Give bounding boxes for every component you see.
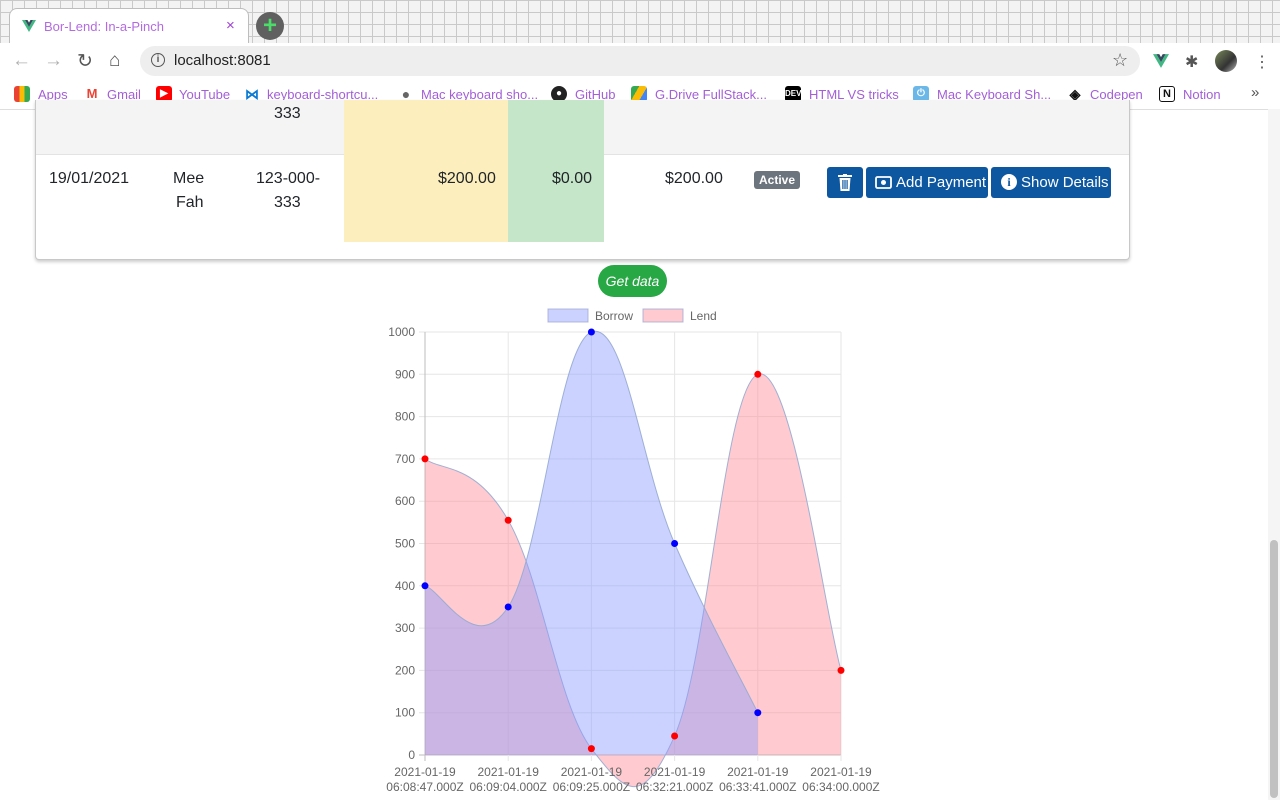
x-tick-label-date: 2021-01-19 [394, 765, 456, 779]
x-tick-label-time: 06:32:21.000Z [636, 780, 713, 794]
data-point-borrow [671, 540, 679, 547]
borrow-lend-chart: 0 100 200 300 400 500 600 700 800 900 1000 2021-01… [386, 308, 880, 794]
y-tick-label: 900 [395, 367, 415, 381]
legend-swatch-borrow [547, 308, 589, 323]
y-tick-label: 300 [395, 621, 415, 635]
data-point-lend [671, 732, 679, 740]
data-point-lend [421, 455, 429, 463]
y-tick-label: 600 [395, 494, 415, 508]
legend-label-lend: Lend [690, 309, 717, 323]
x-tick-label-time: 06:09:25.000Z [553, 780, 630, 794]
y-tick-label: 400 [395, 579, 415, 593]
chart-y-ticks: 0 100 200 300 400 500 600 700 800 900 1000 [388, 325, 415, 762]
x-tick-label-date: 2021-01-19 [561, 765, 623, 779]
x-tick-label-date: 2021-01-19 [644, 765, 706, 779]
legend-label-borrow: Borrow [595, 309, 633, 323]
x-tick-label-date: 2021-01-19 [810, 765, 872, 779]
y-tick-label: 1000 [388, 325, 415, 339]
x-tick-label-time: 06:33:41.000Z [719, 780, 796, 794]
data-point-borrow [754, 709, 762, 717]
data-point-borrow [587, 328, 595, 336]
y-tick-label: 100 [395, 706, 415, 720]
y-tick-label: 800 [395, 410, 415, 424]
data-point-borrow [504, 603, 512, 611]
data-point-lend [587, 745, 595, 753]
x-tick-label-time: 06:34:00.000Z [802, 780, 879, 794]
x-tick-label-date: 2021-01-19 [478, 765, 540, 779]
y-tick-label: 200 [395, 663, 415, 677]
y-tick-label: 700 [395, 452, 415, 466]
data-point-lend [754, 370, 762, 378]
y-tick-label: 500 [395, 537, 415, 551]
data-point-lend [837, 666, 845, 674]
x-tick-label-time: 06:08:47.000Z [386, 780, 463, 794]
scrollbar-thumb[interactable] [1270, 540, 1278, 798]
legend-swatch-lend [642, 308, 684, 323]
x-tick-label-date: 2021-01-19 [727, 765, 789, 779]
x-tick-label-time: 06:09:04.000Z [469, 780, 546, 794]
data-point-lend [504, 516, 512, 524]
chart-series-areas [424, 330, 842, 787]
chart-legend[interactable]: Borrow Lend [547, 308, 717, 323]
y-tick-label: 0 [408, 748, 415, 762]
data-point-borrow [421, 582, 429, 590]
